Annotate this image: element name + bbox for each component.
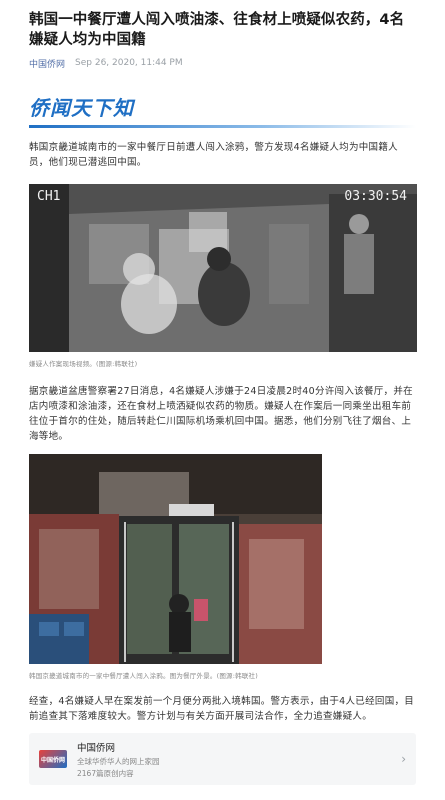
- article-meta: 中国侨网 Sep 26, 2020, 11:44 PM: [29, 56, 416, 70]
- paragraph-intro: 韩国京畿道城南市的一家中餐厅日前遭人闯入涂鸦，警方发现4名嫌疑人均为中国籍人员，…: [29, 142, 398, 168]
- article-source-link[interactable]: 中国侨网: [29, 57, 65, 70]
- account-description: 全球华侨华人的网上家园: [77, 756, 160, 766]
- article-timestamp: Sep 26, 2020, 11:44 PM: [75, 58, 183, 68]
- paragraph-details: 据京畿道盆唐警察署27日消息，4名嫌疑人涉嫌于24日凌晨2时40分许闯入该餐厅，…: [29, 386, 413, 442]
- account-card[interactable]: 中国侨网 中国侨网 全球华侨华人的网上家园 2167篇原创内容 ›: [29, 733, 416, 785]
- account-logo: 中国侨网: [39, 750, 67, 768]
- cctv-image[interactable]: CH1 03:30:54: [29, 184, 417, 352]
- cctv-timestamp: 03:30:54: [344, 189, 407, 204]
- cctv-channel-label: CH1: [37, 189, 61, 204]
- paragraph-investigation: 经查，4名嫌疑人早在案发前一个月便分两批入境韩国。警方表示，由于4人已经回国，目…: [29, 696, 415, 722]
- account-info: 中国侨网 全球华侨华人的网上家园 2167篇原创内容: [77, 740, 401, 779]
- article-page: 韩国一中餐厅遭人闯入喷油漆、往食材上喷疑似农药，4名嫌疑人均为中国籍 中国侨网 …: [0, 0, 445, 800]
- figure-caption-1: 嫌疑人作案现场视频。(图源:韩联社): [29, 360, 138, 368]
- restaurant-exterior-illustration: [29, 454, 322, 664]
- figure-caption-2: 韩国京畿道城南市的一家中餐厅遭人闯入涂鸦。图为餐厅外景。(图源:韩联社): [29, 672, 258, 680]
- brand-banner-title: 侨闻天下知: [29, 96, 134, 120]
- account-name: 中国侨网: [77, 742, 116, 754]
- brand-banner-underline: [29, 125, 416, 128]
- article-headline: 韩国一中餐厅遭人闯入喷油漆、往食材上喷疑似农药，4名嫌疑人均为中国籍: [29, 12, 405, 48]
- restaurant-photo[interactable]: [29, 454, 322, 664]
- account-article-count: 2167篇原创内容: [77, 768, 134, 778]
- chevron-right-icon[interactable]: ›: [401, 752, 406, 766]
- brand-banner: 侨闻天下知: [29, 94, 416, 128]
- cctv-scene-illustration: [29, 184, 417, 352]
